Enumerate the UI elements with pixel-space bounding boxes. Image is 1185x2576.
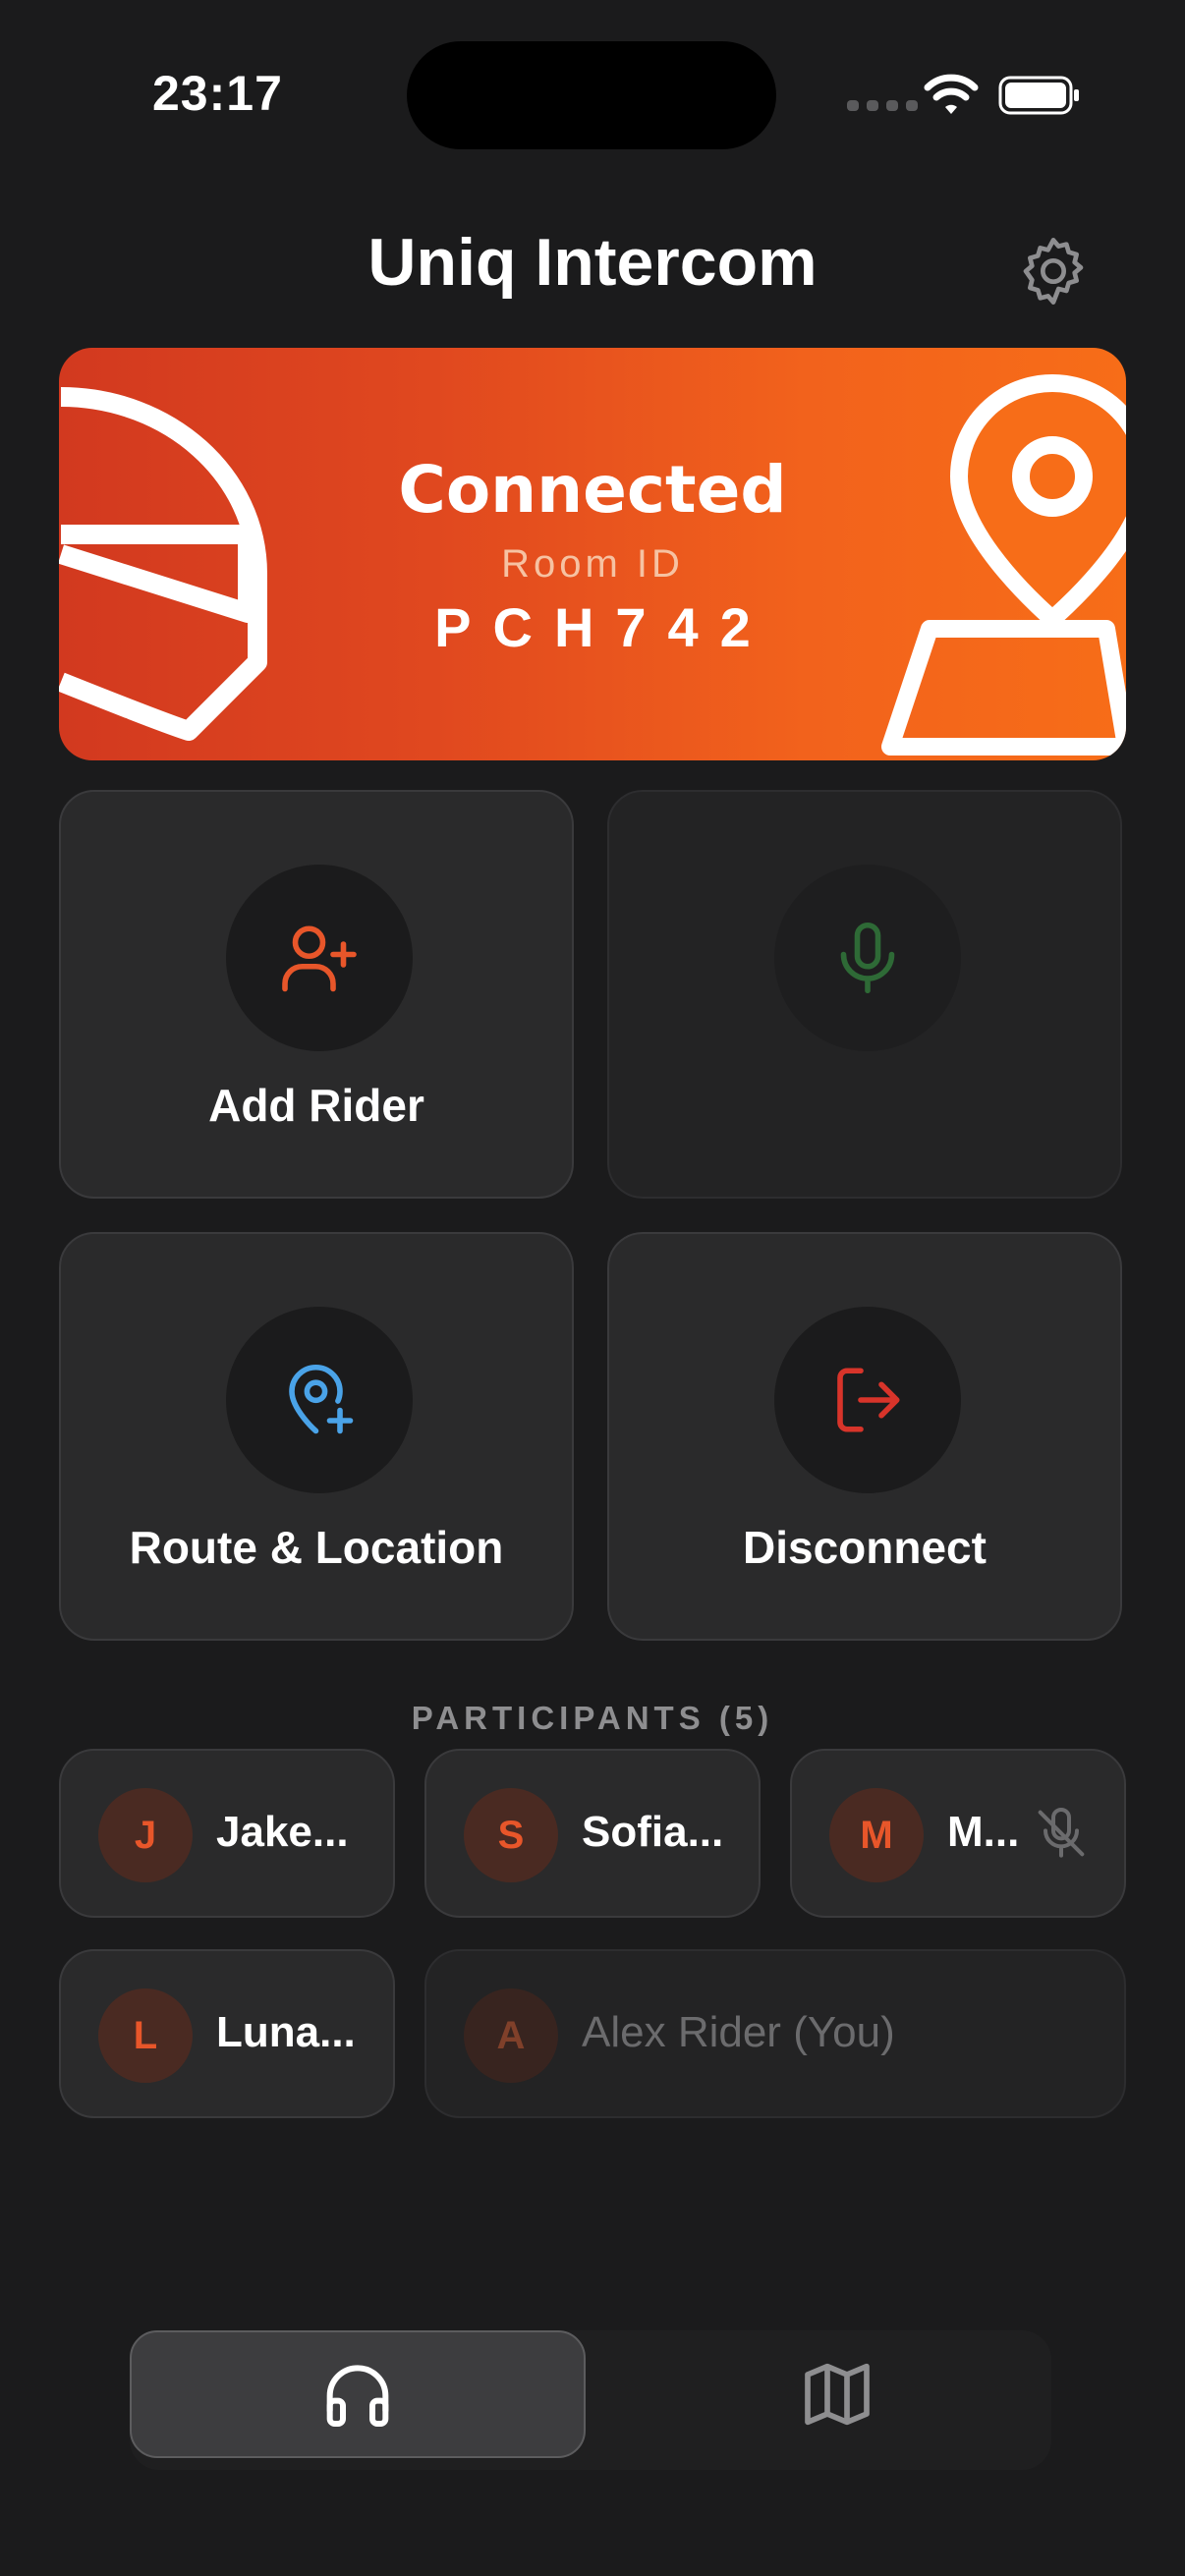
status-time: 23:17 [152, 66, 283, 121]
participant-name: Luna... [216, 2008, 356, 2056]
add-rider-label: Add Rider [208, 1080, 424, 1131]
participant-name: Jake... [216, 1808, 349, 1856]
route-location-button[interactable]: Route & Location [59, 1232, 574, 1641]
add-rider-button[interactable]: Add Rider [59, 790, 574, 1199]
tab-map[interactable] [660, 2330, 1014, 2458]
location-plus-icon [289, 1365, 354, 1434]
participant-chip[interactable]: J Jake... [59, 1749, 395, 1918]
add-rider-icon-circle [226, 865, 413, 1051]
avatar: A [464, 1988, 558, 2083]
participant-chip-self: A Alex Rider (You) [424, 1949, 1126, 2118]
microphone-toggle-button[interactable] [607, 790, 1122, 1199]
participant-name: M... [947, 1808, 1020, 1856]
map-icon [805, 2363, 870, 2426]
participant-chip[interactable]: S Sofia... [424, 1749, 761, 1918]
user-plus-icon [282, 925, 357, 992]
room-id-value: PCH742 [434, 596, 772, 658]
tab-intercom[interactable] [130, 2330, 586, 2458]
participants-heading: PARTICIPANTS (5) [411, 1700, 774, 1736]
room-id-label: Room ID [501, 542, 684, 586]
avatar: S [464, 1788, 558, 1882]
page-title: Uniq Intercom [367, 225, 818, 300]
tab-bar [130, 2330, 1051, 2470]
participant-chip[interactable]: L Luna... [59, 1949, 395, 2118]
route-location-icon-circle [226, 1307, 413, 1493]
headphones-icon [326, 2365, 389, 2427]
disconnect-label: Disconnect [743, 1522, 987, 1573]
mic-muted-icon [1038, 1808, 1085, 1858]
avatar: M [829, 1788, 924, 1882]
connection-banner: Connected Room ID PCH742 [59, 348, 1126, 760]
settings-gear-icon[interactable] [1014, 232, 1093, 310]
participant-name: Alex Rider (You) [582, 2008, 895, 2056]
disconnect-icon-circle [774, 1307, 961, 1493]
cellular-signal-icon [847, 100, 918, 111]
participant-chip[interactable]: M M... [790, 1749, 1126, 1918]
route-location-label: Route & Location [129, 1522, 504, 1573]
dynamic-island [407, 41, 776, 149]
microphone-icon [840, 922, 895, 994]
microphone-icon-circle [774, 865, 961, 1051]
logout-icon [837, 1368, 900, 1432]
connection-status: Connected [398, 452, 787, 528]
avatar: L [98, 1988, 193, 2083]
participant-name: Sofia... [582, 1808, 724, 1856]
disconnect-button[interactable]: Disconnect [607, 1232, 1122, 1641]
wifi-icon [924, 74, 979, 114]
avatar: J [98, 1788, 193, 1882]
battery-icon [998, 76, 1079, 115]
